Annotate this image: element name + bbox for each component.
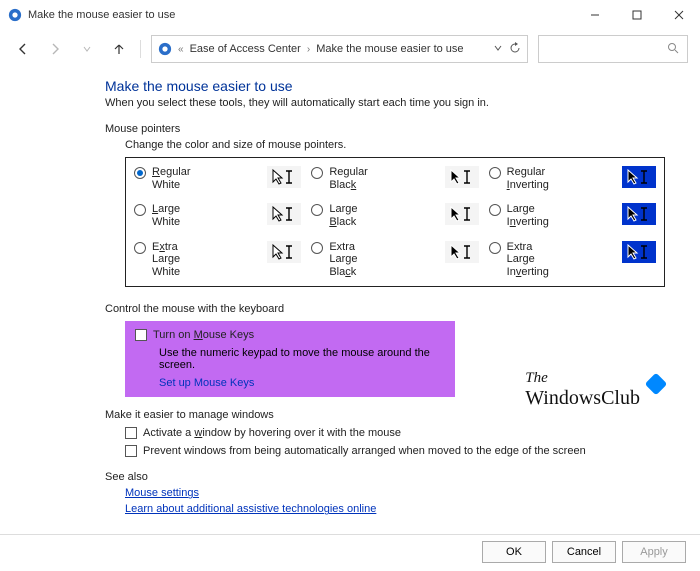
- pointer-label: Extra Large White: [152, 241, 207, 279]
- search-icon: [667, 42, 679, 57]
- ok-button[interactable]: OK: [482, 541, 546, 563]
- mouse-pointers-label: Mouse pointers: [105, 123, 675, 135]
- pointer-radio[interactable]: [489, 167, 501, 179]
- window-title: Make the mouse easier to use: [28, 9, 175, 21]
- content-area: Make the mouse easier to use When you se…: [0, 68, 700, 538]
- pointer-options-grid: Regular White Regular Black Regular Inve…: [125, 157, 665, 287]
- cursor-preview: [445, 241, 479, 263]
- mouse-keys-label: Turn on Mouse Keys: [153, 329, 254, 341]
- mouse-keys-desc: Use the numeric keypad to move the mouse…: [159, 347, 445, 371]
- prevent-arrange-label: Prevent windows from being automatically…: [143, 445, 586, 457]
- minimize-button[interactable]: [574, 0, 616, 30]
- mouse-keys-checkbox[interactable]: [135, 329, 147, 341]
- up-button[interactable]: [108, 38, 130, 60]
- pointer-label: Regular White: [152, 166, 207, 191]
- assistive-tech-link[interactable]: Learn about additional assistive technol…: [125, 503, 675, 515]
- pointer-label: Regular Black: [329, 166, 384, 191]
- pointer-option[interactable]: Extra Large Black: [311, 241, 478, 279]
- pointer-radio[interactable]: [489, 242, 501, 254]
- pointer-radio[interactable]: [134, 167, 146, 179]
- button-bar: OK Cancel Apply: [482, 541, 686, 563]
- pointer-radio[interactable]: [489, 204, 501, 216]
- maximize-button[interactable]: [616, 0, 658, 30]
- apply-button[interactable]: Apply: [622, 541, 686, 563]
- cursor-preview: [267, 203, 301, 225]
- back-button[interactable]: [12, 38, 34, 60]
- chevron-down-icon[interactable]: [493, 43, 503, 56]
- pointer-radio[interactable]: [134, 204, 146, 216]
- pointer-label: Extra Large Black: [329, 241, 384, 279]
- cursor-preview: [267, 241, 301, 263]
- pointer-option[interactable]: Extra Large Inverting: [489, 241, 656, 279]
- pointer-label: Large White: [152, 203, 207, 228]
- search-input[interactable]: [538, 35, 688, 63]
- hover-activate-checkbox[interactable]: [125, 427, 137, 439]
- toolbar: « Ease of Access Center › Make the mouse…: [0, 30, 700, 68]
- mouse-settings-link[interactable]: Mouse settings: [125, 487, 675, 499]
- pointer-label: Large Inverting: [507, 203, 562, 228]
- pointer-radio[interactable]: [134, 242, 146, 254]
- cursor-preview: [267, 166, 301, 188]
- mouse-keys-highlight: Turn on Mouse Keys Use the numeric keypa…: [125, 321, 455, 397]
- cancel-button[interactable]: Cancel: [552, 541, 616, 563]
- bc-item-2[interactable]: Make the mouse easier to use: [316, 43, 463, 55]
- pointer-radio[interactable]: [311, 167, 323, 179]
- keyboard-section-label: Control the mouse with the keyboard: [105, 303, 675, 315]
- prevent-arrange-checkbox[interactable]: [125, 445, 137, 457]
- close-button[interactable]: [658, 0, 700, 30]
- pointer-label: Large Black: [329, 203, 384, 228]
- chevron-right-icon: ›: [307, 44, 310, 55]
- hover-activate-row[interactable]: Activate a window by hovering over it wi…: [125, 427, 675, 439]
- pointer-option[interactable]: Large Inverting: [489, 203, 656, 228]
- turn-on-mouse-keys-row[interactable]: Turn on Mouse Keys: [135, 329, 445, 341]
- pointer-option[interactable]: Regular Inverting: [489, 166, 656, 191]
- manage-windows-label: Make it easier to manage windows: [105, 409, 675, 421]
- app-icon: [8, 8, 22, 22]
- cursor-preview: [622, 241, 656, 263]
- cursor-preview: [622, 203, 656, 225]
- breadcrumb[interactable]: « Ease of Access Center › Make the mouse…: [151, 35, 528, 63]
- mouse-pointers-caption: Change the color and size of mouse point…: [125, 139, 675, 151]
- pointer-radio[interactable]: [311, 242, 323, 254]
- pointer-option[interactable]: Large White: [134, 203, 301, 228]
- pointer-option[interactable]: Extra Large White: [134, 241, 301, 279]
- page-title: Make the mouse easier to use: [105, 78, 675, 94]
- refresh-icon[interactable]: [509, 42, 521, 57]
- titlebar: Make the mouse easier to use: [0, 0, 700, 30]
- recent-dropdown[interactable]: [76, 38, 98, 60]
- cursor-preview: [445, 203, 479, 225]
- forward-button[interactable]: [44, 38, 66, 60]
- pointer-option[interactable]: Regular White: [134, 166, 301, 191]
- see-also-label: See also: [105, 471, 675, 483]
- bc-left-chevron: «: [178, 44, 184, 55]
- cursor-preview: [445, 166, 479, 188]
- setup-mouse-keys-link[interactable]: Set up Mouse Keys: [159, 377, 445, 389]
- pointer-option[interactable]: Regular Black: [311, 166, 478, 191]
- pointer-label: Extra Large Inverting: [507, 241, 562, 279]
- hover-activate-label: Activate a window by hovering over it wi…: [143, 427, 401, 439]
- pointer-option[interactable]: Large Black: [311, 203, 478, 228]
- pointer-label: Regular Inverting: [507, 166, 562, 191]
- bc-item-1[interactable]: Ease of Access Center: [190, 43, 301, 55]
- separator: [140, 40, 141, 58]
- breadcrumb-icon: [158, 42, 172, 56]
- bottom-separator: [0, 534, 700, 535]
- page-subtitle: When you select these tools, they will a…: [105, 97, 675, 109]
- cursor-preview: [622, 166, 656, 188]
- pointer-radio[interactable]: [311, 204, 323, 216]
- prevent-arrange-row[interactable]: Prevent windows from being automatically…: [125, 445, 675, 457]
